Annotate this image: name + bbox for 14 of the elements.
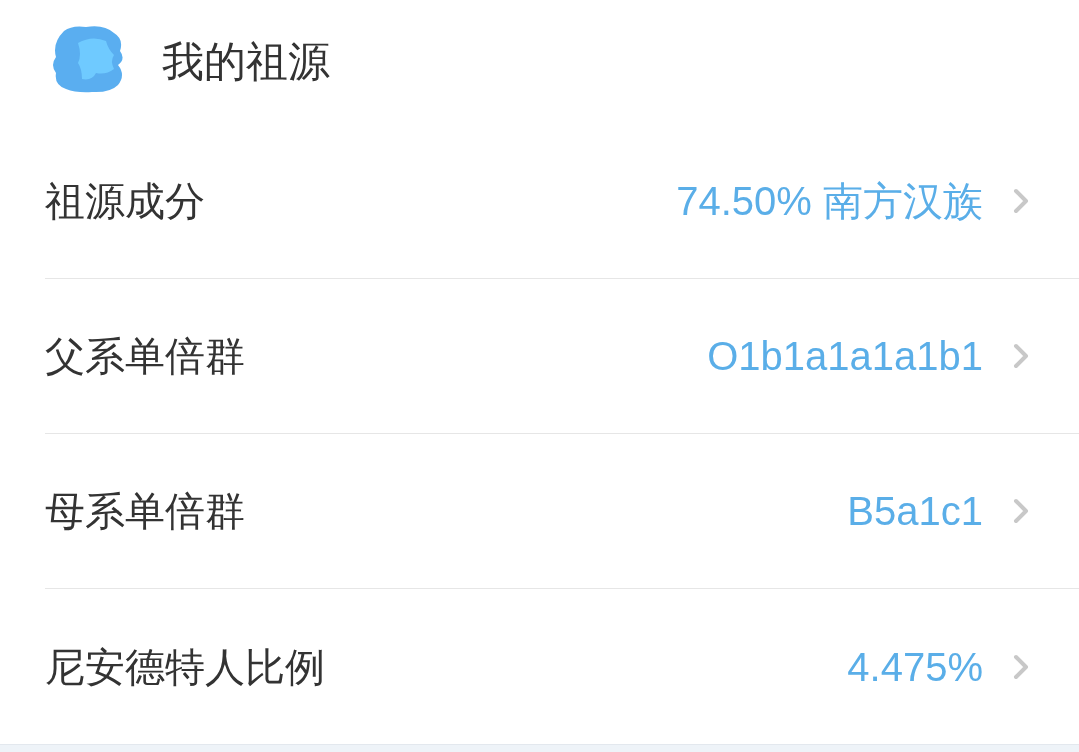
row-label: 父系单倍群	[45, 336, 245, 376]
row-value[interactable]: B5a1c1	[847, 491, 983, 531]
row-label: 尼安德特人比例	[45, 646, 325, 687]
chevron-right-icon[interactable]	[1013, 343, 1029, 369]
row-label: 祖源成分	[45, 181, 205, 221]
section-title: 我的祖源	[162, 41, 330, 83]
row-label: 母系单倍群	[45, 491, 245, 531]
chevron-right-icon[interactable]	[1013, 498, 1029, 524]
chevron-right-icon[interactable]	[1013, 653, 1029, 680]
row-value[interactable]: 4.475%	[847, 646, 983, 687]
row-value[interactable]: O1b1a1a1a1b1	[707, 336, 983, 376]
ancestry-avatar-icon	[52, 25, 126, 93]
row-value[interactable]: 74.50% 南方汉族	[676, 181, 983, 221]
chevron-right-icon[interactable]	[1013, 188, 1029, 214]
